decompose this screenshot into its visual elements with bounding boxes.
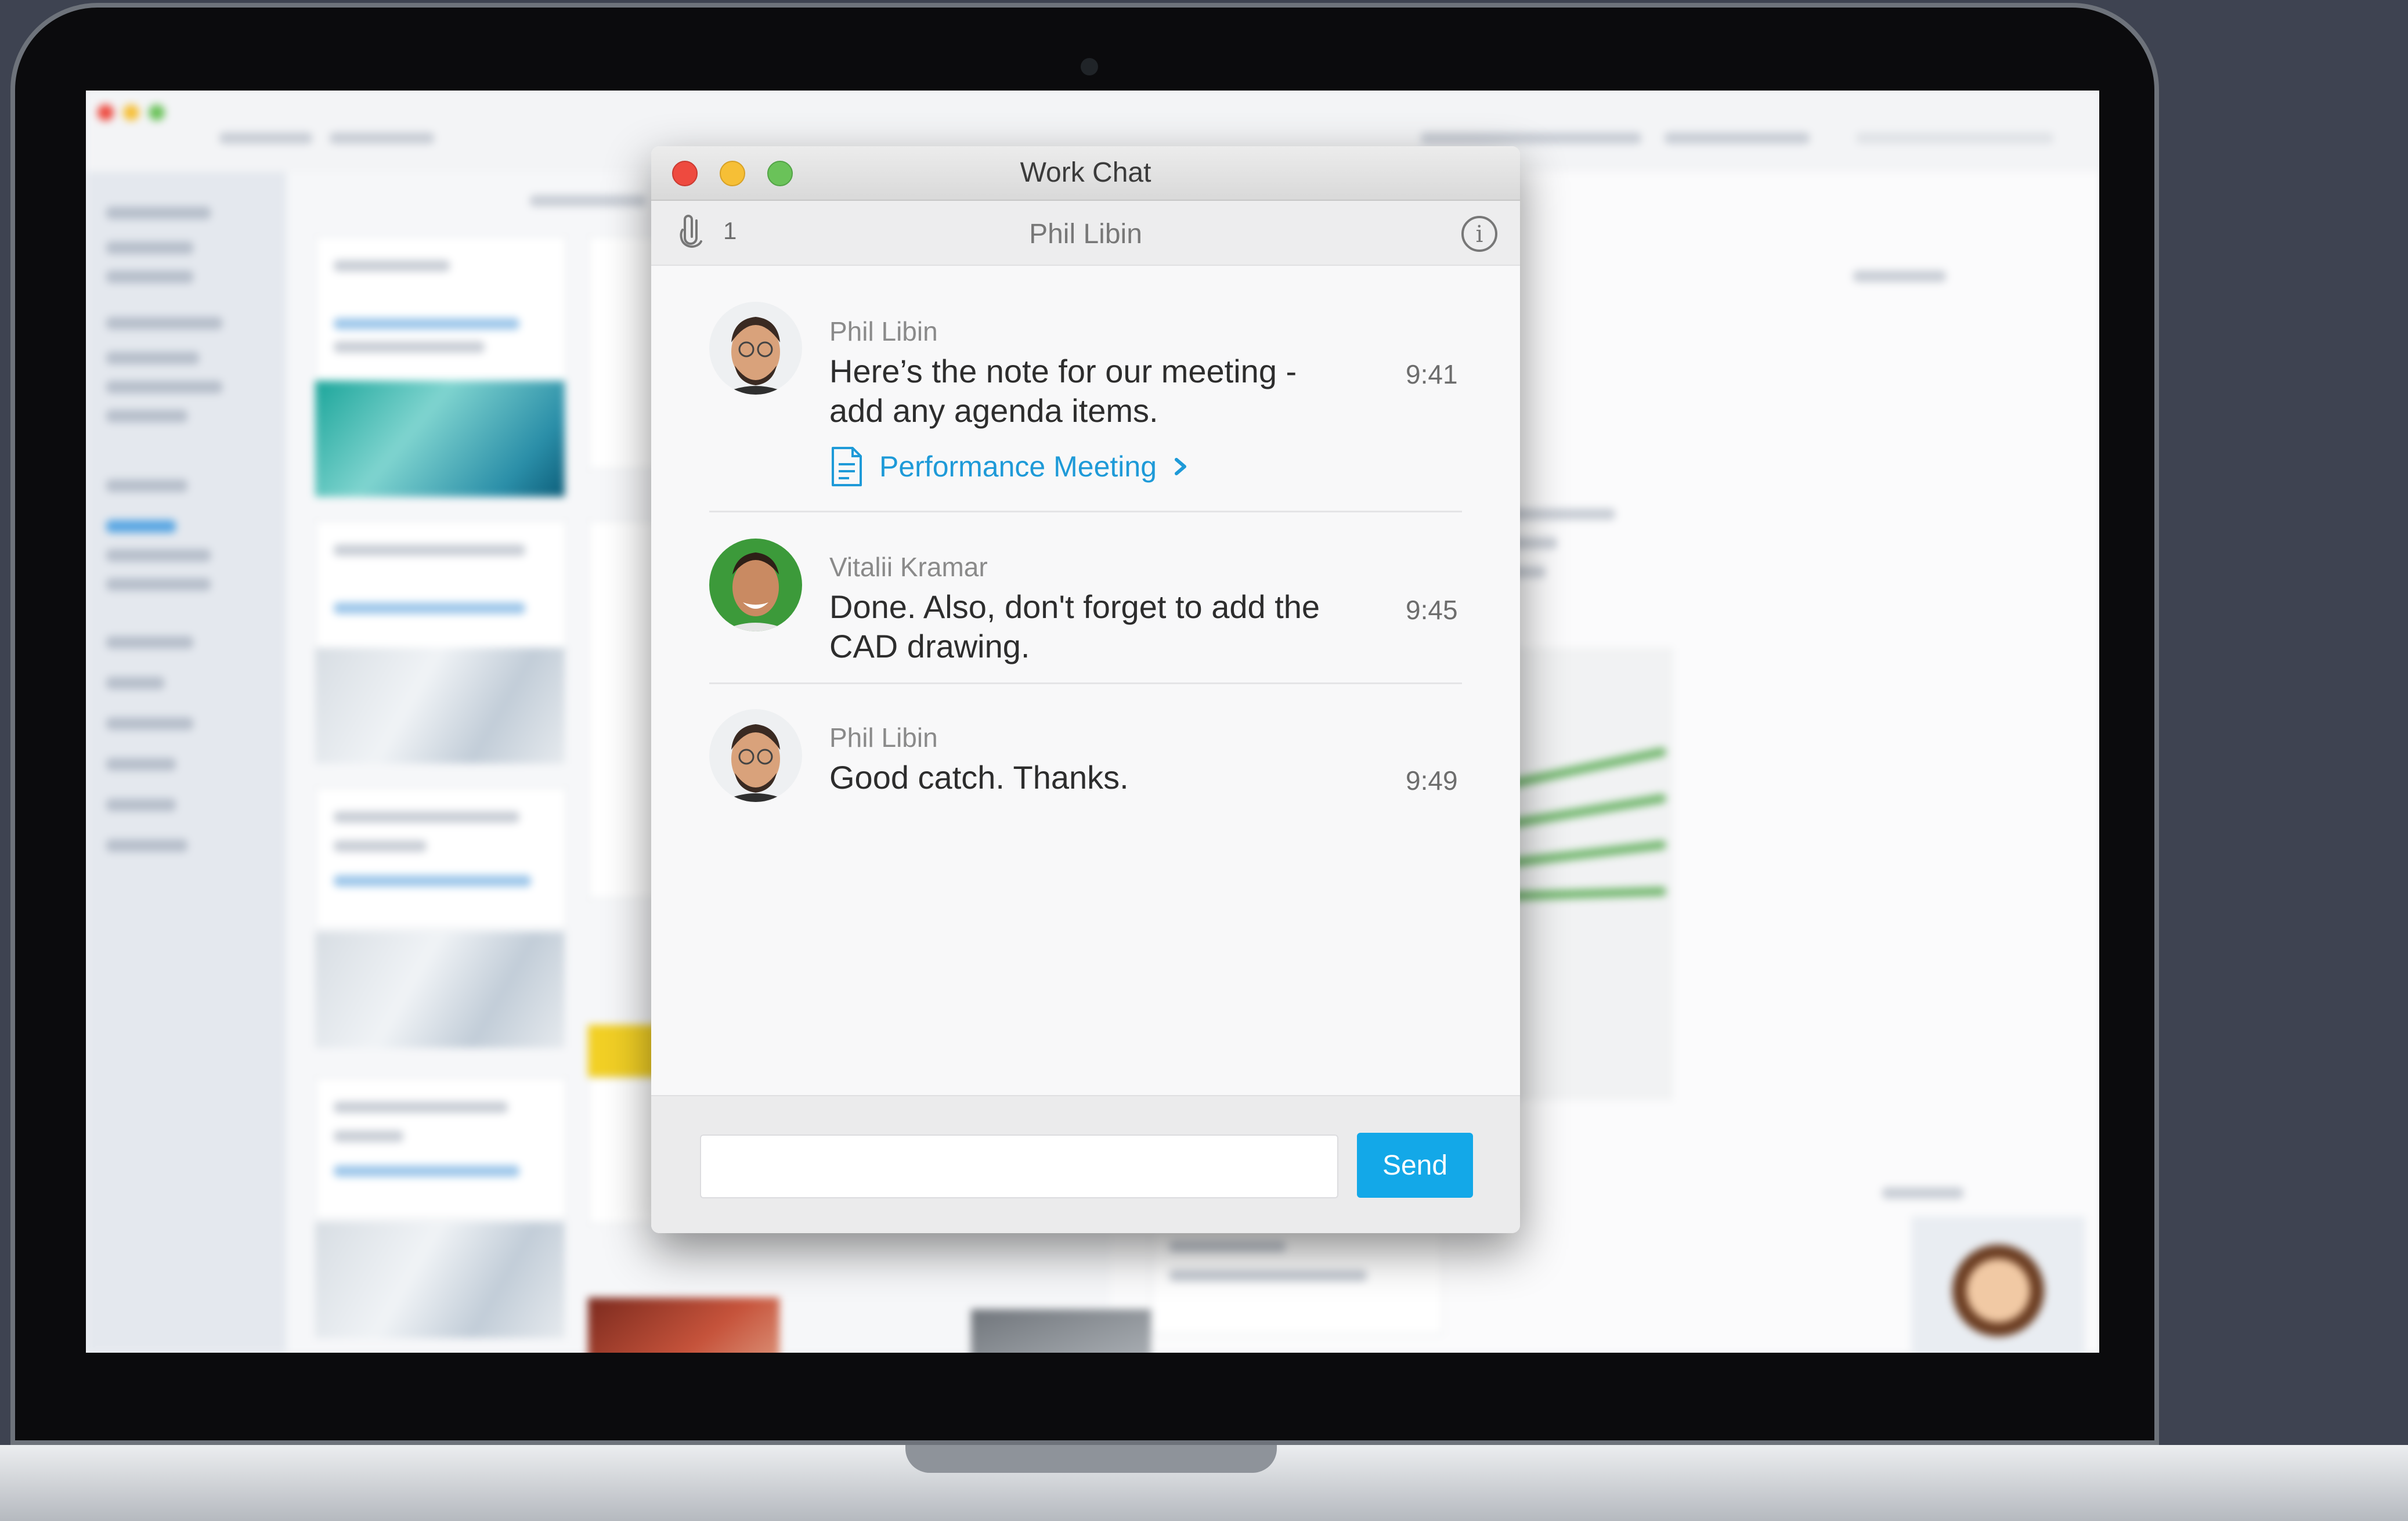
- window-title: Work Chat: [1020, 157, 1151, 188]
- camera-icon: [1081, 58, 1098, 75]
- chat-participant-name: Phil Libin: [1029, 219, 1142, 250]
- note-icon: [832, 447, 862, 486]
- message-time: 9:45: [1406, 595, 1458, 625]
- info-icon[interactable]: i: [1461, 216, 1497, 252]
- message-input[interactable]: [700, 1135, 1338, 1198]
- message-divider: [709, 682, 1462, 684]
- avatar: [709, 302, 802, 395]
- bg-zoom-icon: [149, 104, 165, 121]
- message-text: Here’s the note for our meeting - add an…: [829, 353, 1297, 429]
- note-link-performance-meeting[interactable]: Performance Meeting: [829, 443, 1193, 490]
- message-time: 9:41: [1406, 359, 1458, 389]
- message-text: Done. Also, don't forget to add the CAD …: [829, 588, 1320, 664]
- message-sender: Phil Libin: [829, 316, 938, 346]
- avatar-phil-libin-icon: [709, 709, 802, 802]
- message-sender: Vitalii Kramar: [829, 552, 988, 582]
- message-text: Good catch. Thanks.: [829, 759, 1129, 796]
- bg-close-icon: [98, 104, 114, 121]
- background-sidebar: [86, 172, 286, 1353]
- laptop-base-notch: [905, 1445, 1277, 1473]
- send-button[interactable]: Send: [1357, 1133, 1473, 1198]
- avatar-phil-libin-icon: [709, 302, 802, 395]
- title-bar: Work Chat: [651, 146, 1520, 201]
- message-sender: Phil Libin: [829, 722, 938, 753]
- avatar: [709, 539, 802, 631]
- avatar-vitalii-kramar-icon: [709, 539, 802, 631]
- message-composer: Send: [651, 1095, 1520, 1233]
- chevron-right-icon: [1175, 458, 1187, 475]
- note-link-label: Performance Meeting: [879, 450, 1157, 483]
- work-chat-window: Work Chat 1 Phil Libin i Phil Libin Here…: [651, 146, 1520, 1233]
- message-time: 9:49: [1406, 765, 1458, 796]
- avatar: [709, 709, 802, 802]
- bg-minimize-icon: [123, 104, 139, 121]
- message-divider: [709, 511, 1462, 512]
- chat-header: 1 Phil Libin i: [651, 201, 1520, 266]
